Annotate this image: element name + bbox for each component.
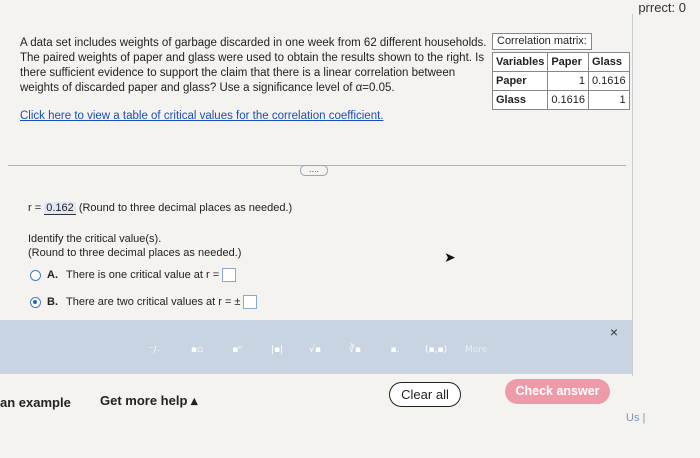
table-cell: 1 [547, 71, 589, 91]
expand-toggle-button[interactable]: .... [300, 165, 328, 176]
row-label: Paper [491, 71, 549, 91]
radio-button-selected[interactable] [30, 296, 41, 308]
table-row: Paper 1 0.1616 [491, 71, 630, 91]
clear-all-button[interactable]: Clear all [389, 382, 461, 407]
question-text: A data set includes weights of garbage d… [20, 37, 487, 94]
footer-us-link[interactable]: Us | [626, 412, 645, 424]
close-icon[interactable]: × [610, 324, 618, 340]
option-b[interactable]: B. There are two critical values at r = … [30, 295, 258, 309]
option-letter: B. [47, 296, 58, 308]
math-toolbar: ⁻/₋ ▪▫ ▪ⁿ |▪| √▪ ∛▪ ▪. (▪,▪) More × [0, 320, 632, 374]
identify-line: Identify the critical value(s). [28, 233, 162, 245]
mixed-number-tool-icon[interactable]: ▪▫ [190, 342, 204, 358]
table-header-row: Variables Paper Glass [491, 52, 630, 72]
cube-root-tool-icon[interactable]: ∛▪ [348, 342, 362, 358]
correlation-matrix-title: Correlation matrix: [492, 33, 592, 50]
r-value-input[interactable]: 0.162 [44, 202, 76, 215]
exponent-tool-icon[interactable]: ▪ⁿ [230, 342, 244, 358]
critical-value-input[interactable] [222, 268, 237, 282]
identify-hint: (Round to three decimal places as needed… [28, 247, 242, 259]
option-text: There is one critical value at r = [66, 269, 220, 281]
correlation-matrix-table: Variables Paper Glass Paper 1 0.1616 Gla… [491, 52, 630, 110]
critical-value-input[interactable] [243, 295, 258, 309]
table-cell: 1 [587, 90, 630, 110]
answer-prefix: r = [28, 202, 42, 214]
table-header-cell: Variables [491, 52, 549, 72]
table-cell: 0.1616 [547, 90, 589, 110]
critical-values-link[interactable]: Click here to view a table of critical v… [20, 110, 384, 122]
table-row: Glass 0.1616 1 [491, 90, 630, 110]
view-example-link[interactable]: an example [0, 395, 71, 410]
absolute-value-tool-icon[interactable]: |▪| [270, 342, 284, 358]
more-tools-button[interactable]: More [465, 342, 487, 358]
table-header-cell: Paper [547, 52, 589, 72]
answer-row: r = 0.162 (Round to three decimal places… [28, 202, 292, 215]
ordered-pair-tool-icon[interactable]: (▪,▪) [425, 342, 447, 358]
check-answer-button[interactable]: Check answer [505, 379, 610, 404]
row-label: Glass [491, 90, 549, 110]
table-header-cell: Glass [587, 52, 630, 72]
table-cell: 0.1616 [587, 71, 630, 91]
top-bar [0, 0, 700, 14]
panel-divider [632, 14, 633, 414]
answer-hint: (Round to three decimal places as needed… [78, 202, 293, 214]
get-more-help-button[interactable]: Get more help ▴ [100, 393, 198, 409]
option-text: There are two critical values at r = ± [66, 296, 241, 308]
decimal-tool-icon[interactable]: ▪. [388, 342, 402, 358]
square-root-tool-icon[interactable]: √▪ [308, 342, 322, 358]
fraction-tool-icon[interactable]: ⁻/₋ [148, 342, 162, 358]
mouse-cursor-icon: ➤ [444, 249, 456, 265]
radio-button[interactable] [30, 269, 41, 281]
option-letter: A. [47, 269, 58, 281]
identify-prompt: Identify the critical value(s). (Round t… [28, 232, 241, 260]
option-a[interactable]: A. There is one critical value at r = [30, 268, 237, 282]
score-correct-label: prrect: 0 [638, 0, 686, 15]
